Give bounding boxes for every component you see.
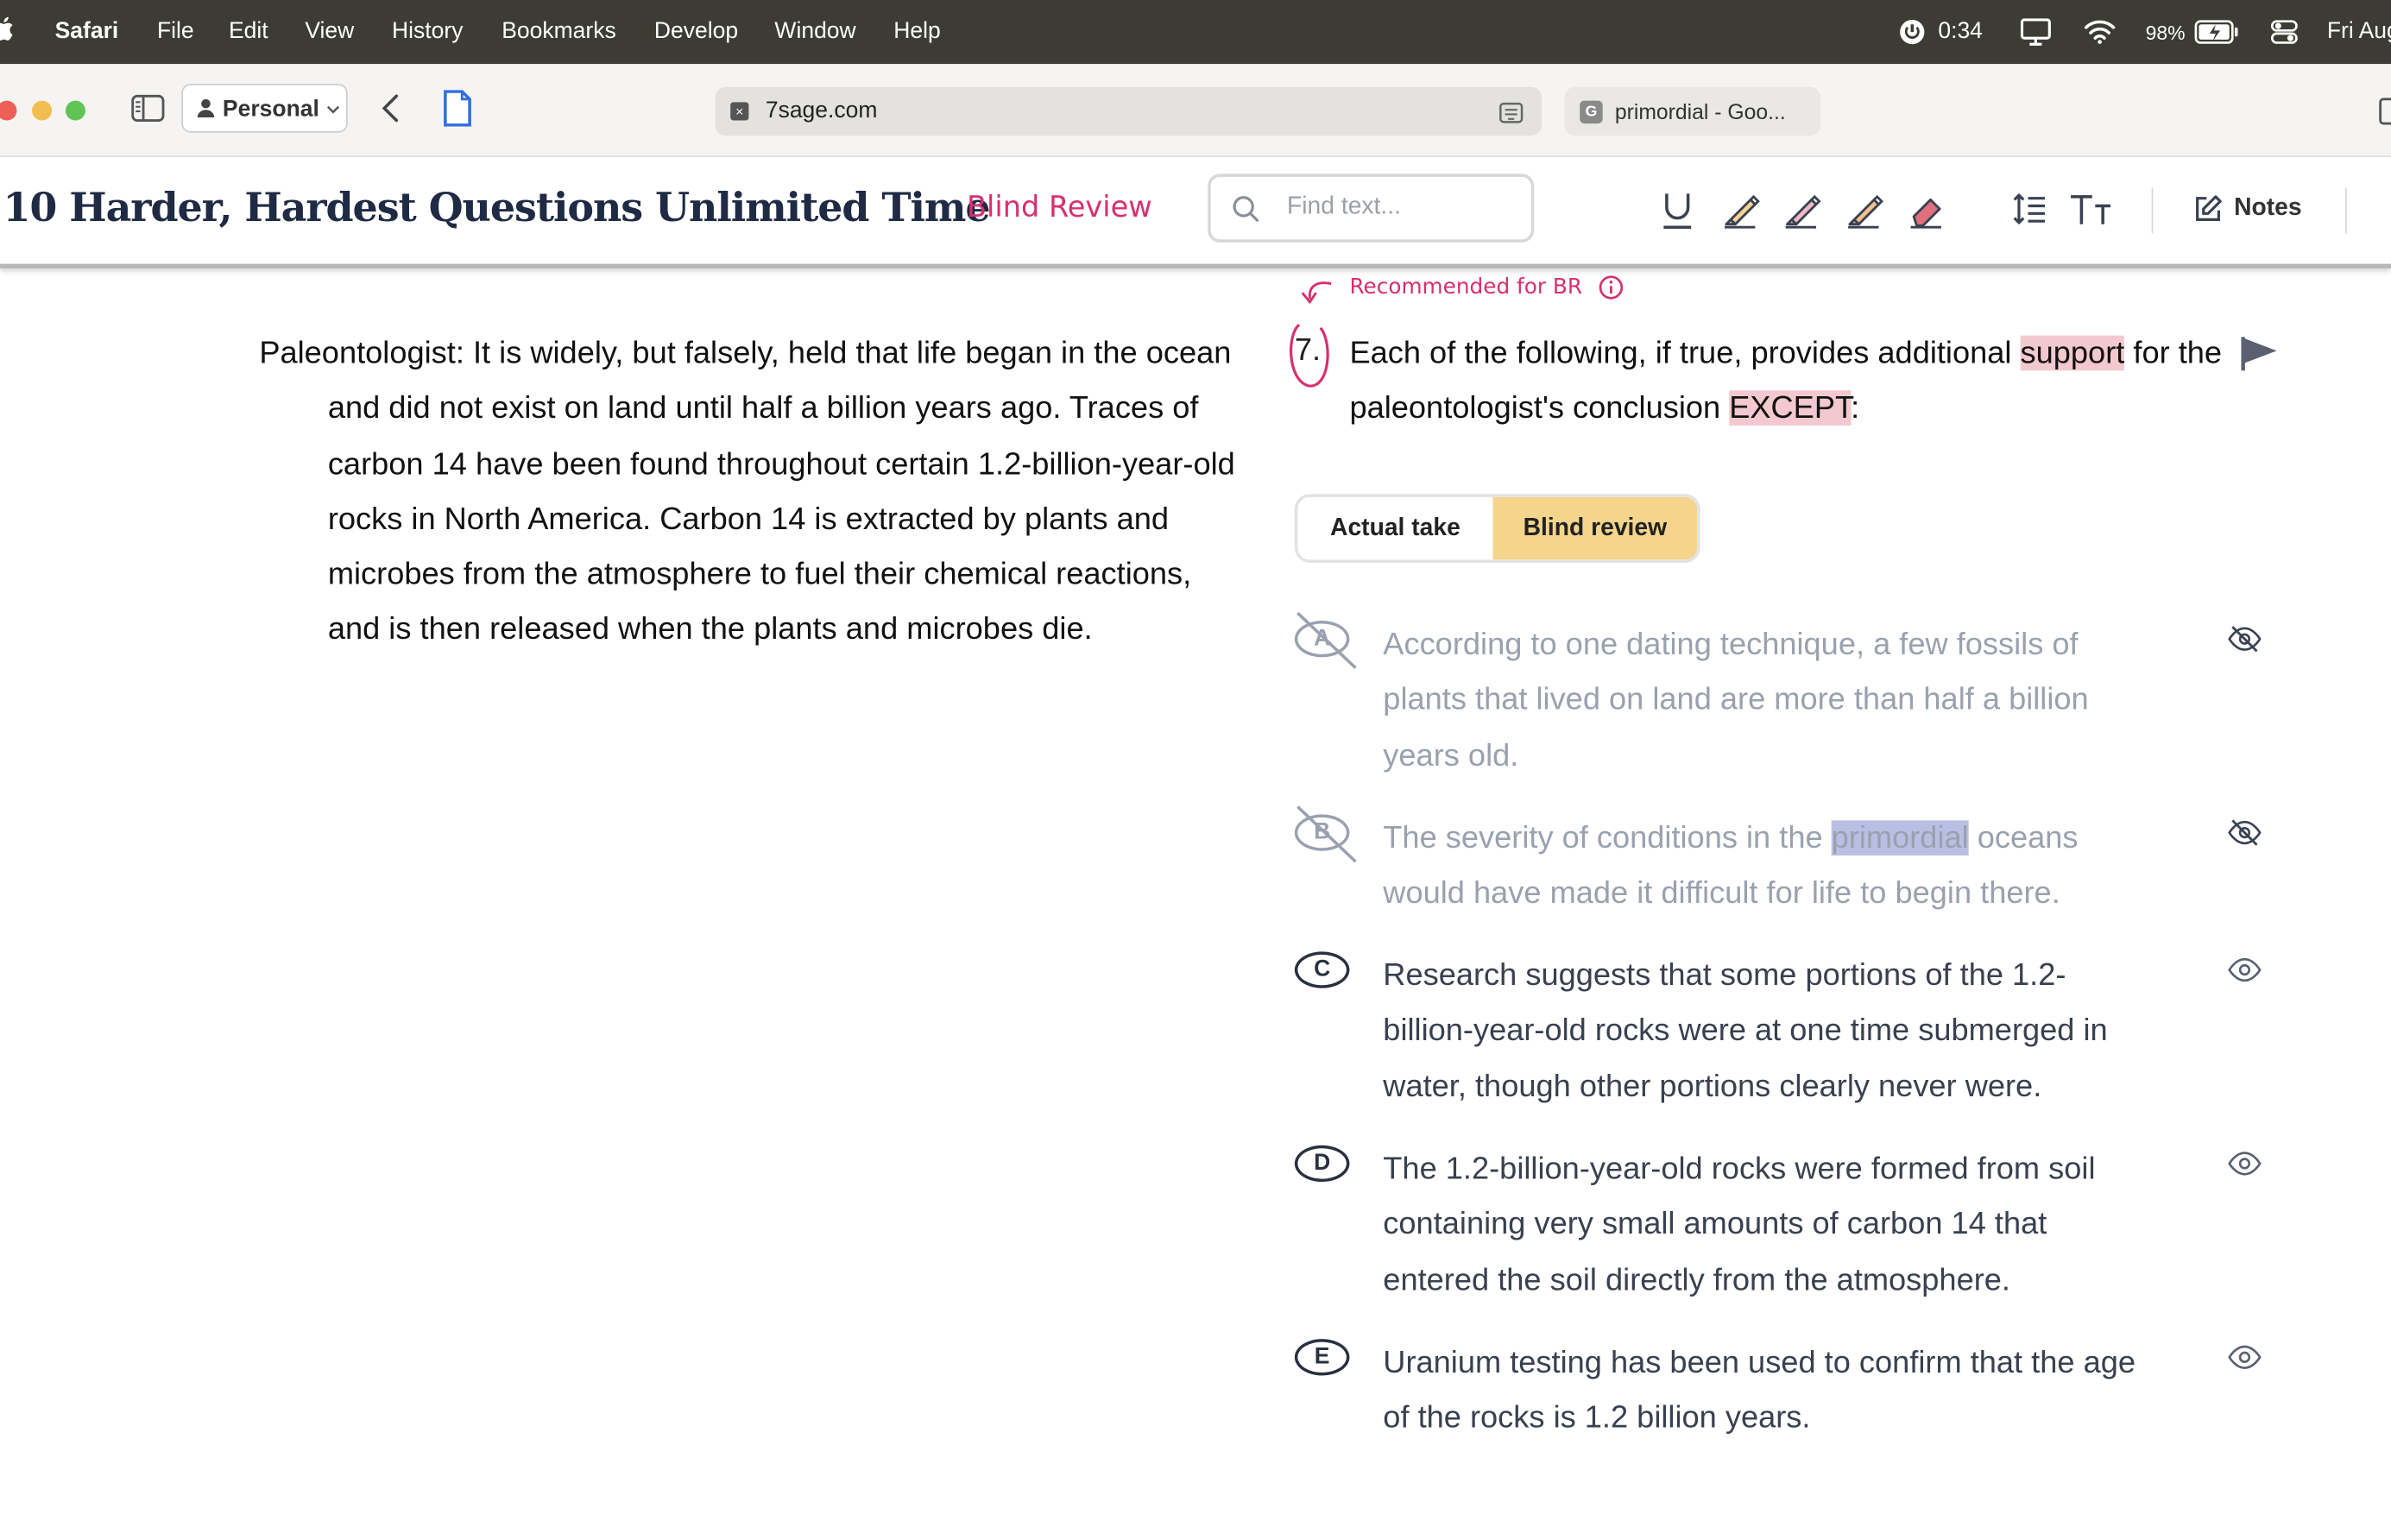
eye-slash-icon[interactable]: [2228, 817, 2262, 848]
reader-page-icon[interactable]: [442, 90, 472, 127]
address-url[interactable]: 7sage.com: [766, 98, 878, 123]
menu-app-name[interactable]: Safari: [55, 18, 119, 44]
eye-icon[interactable]: [2228, 1342, 2262, 1373]
tab-title: primordial - Goo...: [1614, 98, 1786, 124]
site-favicon: ×: [730, 102, 749, 121]
menu-help[interactable]: Help: [893, 18, 941, 44]
eraser-icon[interactable]: [1904, 191, 1946, 230]
stem-highlight-support[interactable]: support: [2020, 335, 2125, 371]
stem-highlight-except[interactable]: EXCEPT: [1729, 390, 1852, 426]
highlighter-orange-icon[interactable]: [1842, 191, 1884, 230]
mode-badge: Blind Review: [967, 190, 1152, 224]
stem-text: :: [1851, 390, 1860, 426]
underline-icon[interactable]: [1661, 191, 1694, 230]
stimulus-passage: Paleontologist: It is widely, but falsel…: [259, 326, 1242, 659]
menu-history[interactable]: History: [392, 18, 463, 44]
menu-develop[interactable]: Develop: [654, 18, 738, 44]
find-text-box[interactable]: [1208, 174, 1535, 243]
find-text-input[interactable]: [1284, 192, 1519, 223]
choice-letter-d[interactable]: D: [1294, 1145, 1350, 1183]
question-number: 7.: [1294, 332, 1322, 368]
zoom-window-button[interactable]: [65, 100, 85, 121]
screen: Safari File Edit View History Bookmarks …: [0, 0, 2391, 1540]
actual-take-tab[interactable]: Actual take: [1297, 496, 1493, 560]
selected-text[interactable]: primordial: [1831, 820, 1969, 855]
font-size-icon[interactable]: [2068, 191, 2114, 227]
menu-view[interactable]: View: [305, 18, 354, 44]
review-mode-toggle: Actual take Blind review: [1294, 494, 1700, 563]
display-icon[interactable]: [2020, 18, 2051, 46]
edit-note-icon: [2196, 195, 2222, 221]
eliminated-strike-icon: [1296, 611, 1357, 670]
minimize-window-button[interactable]: [32, 100, 53, 121]
choice-text-d: The 1.2-billion-year-old rocks were form…: [1383, 1151, 2096, 1297]
browser-tab-google[interactable]: G primordial - Goo...: [1564, 86, 1821, 136]
eye-slash-icon[interactable]: [2228, 624, 2262, 654]
flag-icon[interactable]: [2240, 334, 2280, 374]
choice-b-text-start: The severity of conditions in the: [1383, 820, 1832, 856]
close-window-button[interactable]: [0, 100, 17, 121]
menubar-date[interactable]: Fri Aug: [2327, 18, 2391, 44]
battery-icon[interactable]: [2194, 20, 2240, 44]
person-icon: [197, 98, 215, 118]
choice-text-a: According to one dating technique, a few…: [1383, 627, 2089, 773]
choice-letter-e[interactable]: E: [1294, 1339, 1350, 1376]
choice-text-c: Research suggests that some portions of …: [1383, 957, 2108, 1104]
back-icon[interactable]: [380, 93, 401, 123]
toolbar-divider: [2151, 187, 2154, 234]
recommended-label: Recommended for BR: [1349, 275, 1583, 300]
choice-text-b: The severity of conditions in the primor…: [1383, 811, 2145, 922]
stimulus-text[interactable]: Paleontologist: It is widely, but falsel…: [259, 326, 1242, 659]
blind-review-tab[interactable]: Blind review: [1492, 496, 1698, 560]
page-title: 10 Harder, Hardest Questions Unlimited T…: [3, 186, 991, 232]
eye-icon[interactable]: [2228, 1148, 2262, 1178]
choice-letter-c[interactable]: C: [1294, 951, 1350, 988]
choice-text-e: Uranium testing has been used to confirm…: [1383, 1345, 2136, 1436]
eliminated-strike-icon: [1296, 805, 1357, 863]
menu-window[interactable]: Window: [774, 18, 855, 44]
stem-text: Each of the following, if true, provides…: [1349, 335, 2021, 371]
info-icon[interactable]: [1599, 275, 1624, 300]
apple-logo-icon[interactable]: [0, 16, 16, 43]
control-center-icon[interactable]: [2270, 18, 2298, 46]
search-icon: [1233, 196, 1259, 222]
menu-file[interactable]: File: [157, 18, 194, 44]
browser-toolbar: Personal × 7sage.com G primordial - Goo.…: [0, 64, 2391, 157]
highlighter-pink-icon[interactable]: [1780, 191, 1822, 230]
chevron-down-icon: [326, 105, 340, 114]
menu-bar: Safari File Edit View History Bookmarks …: [0, 0, 2391, 65]
reader-view-icon[interactable]: [1499, 101, 1524, 125]
timer-readout: 0:34: [1938, 18, 1983, 45]
timer-icon[interactable]: [1898, 18, 1926, 46]
toolbar-divider: [2345, 187, 2347, 234]
menu-edit[interactable]: Edit: [229, 18, 268, 44]
notes-label: Notes: [2234, 195, 2302, 222]
question-stem[interactable]: Each of the following, if true, provides…: [1349, 326, 2226, 437]
profile-selector[interactable]: Personal: [181, 84, 348, 133]
eye-icon[interactable]: [2228, 955, 2262, 985]
address-bar[interactable]: × 7sage.com: [715, 86, 1542, 136]
menu-bookmarks[interactable]: Bookmarks: [502, 18, 616, 44]
profile-label: Personal: [222, 96, 319, 123]
google-favicon: G: [1580, 100, 1603, 124]
wifi-icon[interactable]: [2083, 16, 2117, 44]
battery-percent: 98%: [2145, 21, 2186, 45]
tabs-overview-icon[interactable]: [2379, 98, 2391, 125]
sidebar-toggle-icon[interactable]: [131, 94, 165, 123]
line-spacing-icon[interactable]: [2011, 191, 2047, 227]
highlighter-yellow-icon[interactable]: [1719, 191, 1761, 230]
recommended-note: Recommended for BR: [1349, 275, 1624, 300]
recommended-arrow-icon: [1301, 281, 1332, 305]
app-header: 10 Harder, Hardest Questions Unlimited T…: [0, 156, 2391, 268]
